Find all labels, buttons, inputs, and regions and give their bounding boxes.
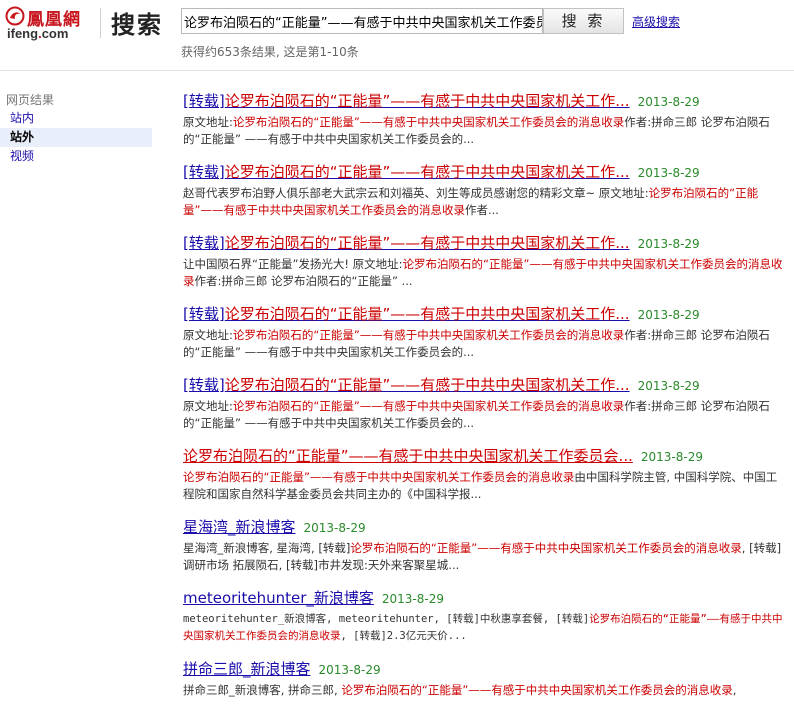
search-result: 论罗布泊陨石的“正能量”——有感于中共中央国家机关工作委员会... 2013-8-…	[183, 445, 783, 503]
result-title-link[interactable]: 拼命三郎_新浪博客	[183, 660, 311, 678]
result-title-prefix: [转载]	[183, 163, 225, 181]
search-result: meteoritehunter_新浪博客 2013-8-29 meteoritehu…	[183, 587, 783, 645]
result-title-prefix: [转载]	[183, 92, 225, 110]
header-divider	[100, 8, 101, 38]
result-title-text: 论罗布泊陨石的“正能量”——有感于中共中央国家机关工作...	[224, 376, 630, 394]
result-snippet: 让中国陨石界“正能量”发扬光大! 原文地址:论罗布泊陨石的“正能量”——有感于中…	[183, 256, 783, 290]
result-date: 2013-8-29	[637, 95, 700, 109]
search-button[interactable]: 搜 索	[543, 8, 624, 34]
result-date: 2013-8-29	[381, 592, 444, 606]
search-result: [转载]论罗布泊陨石的“正能量”——有感于中共中央国家机关工作... 2013-8…	[183, 232, 783, 290]
snippet-text: 星海湾_新浪博客, 星海湾, [转载]	[183, 541, 351, 555]
snippet-highlight: 论罗布泊陨石的“正能量”——有感于中共中央国家机关工作委员会的消息收录	[350, 541, 742, 555]
result-title-link[interactable]: meteoritehunter_新浪博客	[183, 589, 374, 607]
sidebar-title: 网页结果	[6, 93, 55, 107]
snippet-text: 原文地址:	[183, 399, 233, 413]
result-snippet: 原文地址:论罗布泊陨石的“正能量”——有感于中共中央国家机关工作委员会的消息收录…	[183, 114, 783, 148]
result-date: 2013-8-29	[637, 166, 700, 180]
result-date: 2013-8-29	[640, 450, 703, 464]
result-title-prefix: [转载]	[183, 376, 225, 394]
result-title-text: 论罗布泊陨石的“正能量”——有感于中共中央国家机关工作...	[224, 163, 630, 181]
snippet-text: 原文地址:	[183, 115, 233, 129]
snippet-highlight: 论罗布泊陨石的“正能量”——有感于中共中央国家机关工作委员会的消息收录	[183, 470, 575, 484]
result-snippet: 拼命三郎_新浪博客, 拼命三郎, 论罗布泊陨石的“正能量”——有感于中共中央国家…	[183, 682, 783, 699]
snippet-text: ,	[732, 683, 737, 697]
search-result: [转载]论罗布泊陨石的“正能量”——有感于中共中央国家机关工作... 2013-8…	[183, 303, 783, 361]
result-title-link[interactable]: [转载]论罗布泊陨石的“正能量”——有感于中共中央国家机关工作...	[183, 376, 630, 394]
result-title-text: 拼命三郎_新浪博客	[183, 660, 311, 678]
logo-domain-text: ifeng.com	[7, 26, 69, 41]
result-snippet: 星海湾_新浪博客, 星海湾, [转载]论罗布泊陨石的“正能量”——有感于中共中央…	[183, 540, 783, 574]
result-title-link[interactable]: [转载]论罗布泊陨石的“正能量”——有感于中共中央国家机关工作...	[183, 305, 630, 323]
result-date: 2013-8-29	[637, 237, 700, 251]
advanced-search-link[interactable]: 高级搜索	[632, 13, 680, 30]
result-title-line: 论罗布泊陨石的“正能量”——有感于中共中央国家机关工作委员会... 2013-8-…	[183, 445, 783, 468]
result-title-line: [转载]论罗布泊陨石的“正能量”——有感于中共中央国家机关工作... 2013-8…	[183, 161, 783, 184]
result-date: 2013-8-29	[303, 521, 366, 535]
ifeng-logo[interactable]: 鳳凰網 ifeng.com	[5, 5, 95, 41]
sidebar-item-video[interactable]: 视频	[0, 147, 152, 166]
snippet-highlight: 论罗布泊陨石的“正能量”——有感于中共中央国家机关工作委员会的消息收录	[232, 328, 625, 342]
snippet-highlight: 论罗布泊陨石的“正能量”——有感于中共中央国家机关工作委员会的消息收录	[341, 683, 733, 697]
result-title-link[interactable]: [转载]论罗布泊陨石的“正能量”——有感于中共中央国家机关工作...	[183, 163, 630, 181]
snippet-text: meteoritehunter_新浪博客, meteoritehunter, […	[183, 613, 590, 625]
result-title-line: [转载]论罗布泊陨石的“正能量”——有感于中共中央国家机关工作... 2013-8…	[183, 232, 783, 255]
result-date: 2013-8-29	[637, 379, 700, 393]
sidebar-item-site-internal[interactable]: 站内	[0, 109, 152, 128]
snippet-text: 作者:拼命三郎 论罗布泊陨石的“正能量” ...	[194, 274, 413, 288]
search-result: [转载]论罗布泊陨石的“正能量”——有感于中共中央国家机关工作... 2013-8…	[183, 374, 783, 432]
result-title-text: 论罗布泊陨石的“正能量”——有感于中共中央国家机关工作...	[224, 234, 630, 252]
result-title-line: meteoritehunter_新浪博客 2013-8-29	[183, 587, 783, 610]
result-title-line: [转载]论罗布泊陨石的“正能量”——有感于中共中央国家机关工作... 2013-8…	[183, 90, 783, 113]
snippet-text: 赵哥代表罗布泊野人俱乐部老大武宗云和刘福英、刘生等成员感谢您的精彩文章~ 原文地…	[183, 186, 649, 200]
result-title-text: 论罗布泊陨石的“正能量”——有感于中共中央国家机关工作...	[224, 305, 630, 323]
result-title-line: [转载]论罗布泊陨石的“正能量”——有感于中共中央国家机关工作... 2013-8…	[183, 303, 783, 326]
sidebar: 网页结果 站内 站外 视频	[0, 92, 152, 166]
result-title-line: 星海湾_新浪博客 2013-8-29	[183, 516, 783, 539]
sidebar-item-site-external[interactable]: 站外	[0, 128, 152, 147]
snippet-highlight: 论罗布泊陨石的“正能量”——有感于中共中央国家机关工作委员会的消息收录	[232, 399, 625, 413]
result-title-prefix: [转载]	[183, 234, 225, 252]
result-title-line: [转载]论罗布泊陨石的“正能量”——有感于中共中央国家机关工作... 2013-8…	[183, 374, 783, 397]
result-snippet: 论罗布泊陨石的“正能量”——有感于中共中央国家机关工作委员会的消息收录由中国科学…	[183, 469, 783, 503]
result-title-text: 论罗布泊陨石的“正能量”——有感于中共中央国家机关工作...	[224, 92, 630, 110]
search-result: [转载]论罗布泊陨石的“正能量”——有感于中共中央国家机关工作... 2013-8…	[183, 90, 783, 148]
result-title-link[interactable]: 论罗布泊陨石的“正能量”——有感于中共中央国家机关工作委员会...	[183, 447, 633, 465]
result-count: 获得约653条结果, 这是第1-10条	[181, 45, 359, 59]
result-date: 2013-8-29	[637, 308, 700, 322]
result-snippet: meteoritehunter_新浪博客, meteoritehunter, […	[183, 611, 783, 645]
snippet-text: , [转载]2.3亿元天价...	[340, 630, 467, 642]
result-date: 2013-8-29	[318, 663, 381, 677]
result-title-text: meteoritehunter_新浪博客	[183, 589, 374, 607]
result-snippet: 赵哥代表罗布泊野人俱乐部老大武宗云和刘福英、刘生等成员感谢您的精彩文章~ 原文地…	[183, 185, 783, 219]
result-title-link[interactable]: 星海湾_新浪博客	[183, 518, 296, 536]
snippet-text: 作者...	[464, 203, 499, 217]
result-title-link[interactable]: [转载]论罗布泊陨石的“正能量”——有感于中共中央国家机关工作...	[183, 234, 630, 252]
search-result: [转载]论罗布泊陨石的“正能量”——有感于中共中央国家机关工作... 2013-8…	[183, 161, 783, 219]
result-snippet: 原文地址:论罗布泊陨石的“正能量”——有感于中共中央国家机关工作委员会的消息收录…	[183, 398, 783, 432]
result-snippet: 原文地址:论罗布泊陨石的“正能量”——有感于中共中央国家机关工作委员会的消息收录…	[183, 327, 783, 361]
snippet-text: 让中国陨石界“正能量”发扬光大! 原文地址:	[183, 257, 403, 271]
search-box[interactable]	[181, 8, 543, 34]
result-title-line: 拼命三郎_新浪博客 2013-8-29	[183, 658, 783, 681]
result-title-text: 论罗布泊陨石的“正能量”——有感于中共中央国家机关工作委员会...	[183, 447, 633, 465]
result-title-text: 星海湾_新浪博客	[183, 518, 296, 536]
search-input[interactable]	[182, 9, 542, 33]
snippet-text: 原文地址:	[183, 328, 233, 342]
result-title-link[interactable]: [转载]论罗布泊陨石的“正能量”——有感于中共中央国家机关工作...	[183, 92, 630, 110]
results-list: [转载]论罗布泊陨石的“正能量”——有感于中共中央国家机关工作... 2013-8…	[183, 90, 783, 712]
snippet-text: 拼命三郎_新浪博客, 拼命三郎,	[183, 683, 342, 697]
search-result: 星海湾_新浪博客 2013-8-29 星海湾_新浪博客, 星海湾, [转载]论罗布泊…	[183, 516, 783, 574]
snippet-highlight: 论罗布泊陨石的“正能量”——有感于中共中央国家机关工作委员会的消息收录	[232, 115, 625, 129]
result-title-prefix: [转载]	[183, 305, 225, 323]
search-result: 拼命三郎_新浪博客 2013-8-29 拼命三郎_新浪博客, 拼命三郎, 论罗布泊陨…	[183, 658, 783, 699]
page-title: 搜索	[111, 11, 163, 39]
header-separator	[0, 70, 794, 71]
phoenix-logo-icon	[5, 6, 25, 26]
